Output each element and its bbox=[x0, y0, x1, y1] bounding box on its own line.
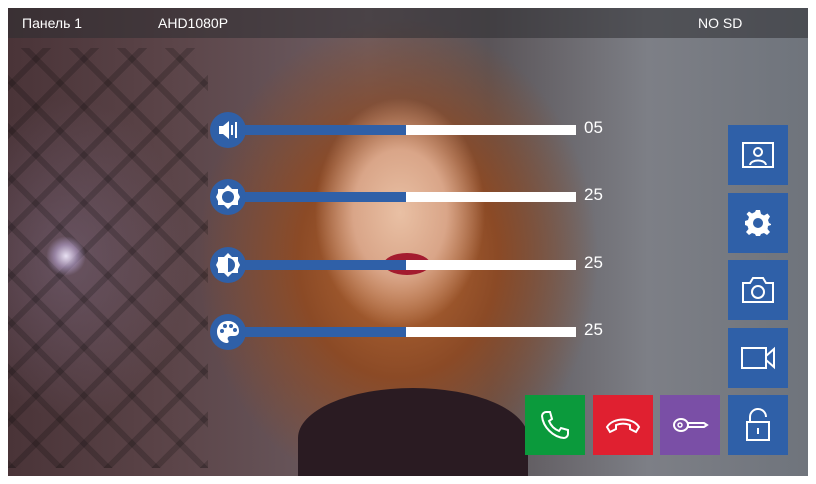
volume-slider[interactable]: 05 bbox=[210, 112, 630, 148]
contrast-slider[interactable]: 25 bbox=[210, 247, 630, 283]
brightness-slider[interactable]: 25 bbox=[210, 179, 630, 215]
contrast-track[interactable] bbox=[236, 260, 576, 270]
volume-track[interactable] bbox=[236, 125, 576, 135]
open-lock-button[interactable] bbox=[660, 395, 720, 455]
gallery-icon bbox=[742, 142, 774, 168]
volume-icon bbox=[210, 112, 246, 148]
color-value: 25 bbox=[584, 320, 603, 339]
settings-button[interactable] bbox=[728, 193, 788, 253]
intercom-screen: Панель 1 AHD1080P NO SD 05 25 25 25 bbox=[8, 8, 808, 476]
answer-call-button[interactable] bbox=[525, 395, 585, 455]
brightness-track[interactable] bbox=[236, 192, 576, 202]
brightness-icon bbox=[210, 179, 246, 215]
settings-gear-icon bbox=[745, 210, 771, 236]
gallery-button[interactable] bbox=[728, 125, 788, 185]
volume-fill bbox=[236, 125, 406, 135]
brightness-fill bbox=[236, 192, 406, 202]
contrast-fill bbox=[236, 260, 406, 270]
resolution-label: AHD1080P bbox=[158, 15, 229, 31]
contrast-icon bbox=[210, 247, 246, 283]
camera-icon bbox=[742, 277, 774, 303]
video-record-icon bbox=[741, 346, 775, 370]
contrast-value: 25 bbox=[584, 253, 603, 272]
snapshot-button[interactable] bbox=[728, 260, 788, 320]
color-track[interactable] bbox=[236, 327, 576, 337]
sd-status-label: NO SD bbox=[698, 15, 743, 31]
color-fill bbox=[236, 327, 406, 337]
palette-icon bbox=[210, 314, 246, 350]
hangup-phone-icon bbox=[605, 418, 641, 434]
key-icon bbox=[672, 418, 709, 432]
record-video-button[interactable] bbox=[728, 328, 788, 388]
answer-phone-icon bbox=[540, 411, 569, 440]
unlock-door-button[interactable] bbox=[728, 395, 788, 455]
panel-label: Панель 1 bbox=[22, 15, 83, 31]
brightness-value: 25 bbox=[584, 185, 603, 204]
unlock-icon bbox=[746, 408, 770, 441]
volume-value: 05 bbox=[584, 118, 603, 137]
visitor-shirt bbox=[298, 388, 528, 476]
hangup-call-button[interactable] bbox=[593, 395, 653, 455]
status-bar: Панель 1 AHD1080P NO SD bbox=[8, 8, 808, 38]
background-door-pattern bbox=[8, 48, 208, 468]
background-light-flare bbox=[46, 236, 86, 276]
color-slider[interactable]: 25 bbox=[210, 314, 630, 350]
